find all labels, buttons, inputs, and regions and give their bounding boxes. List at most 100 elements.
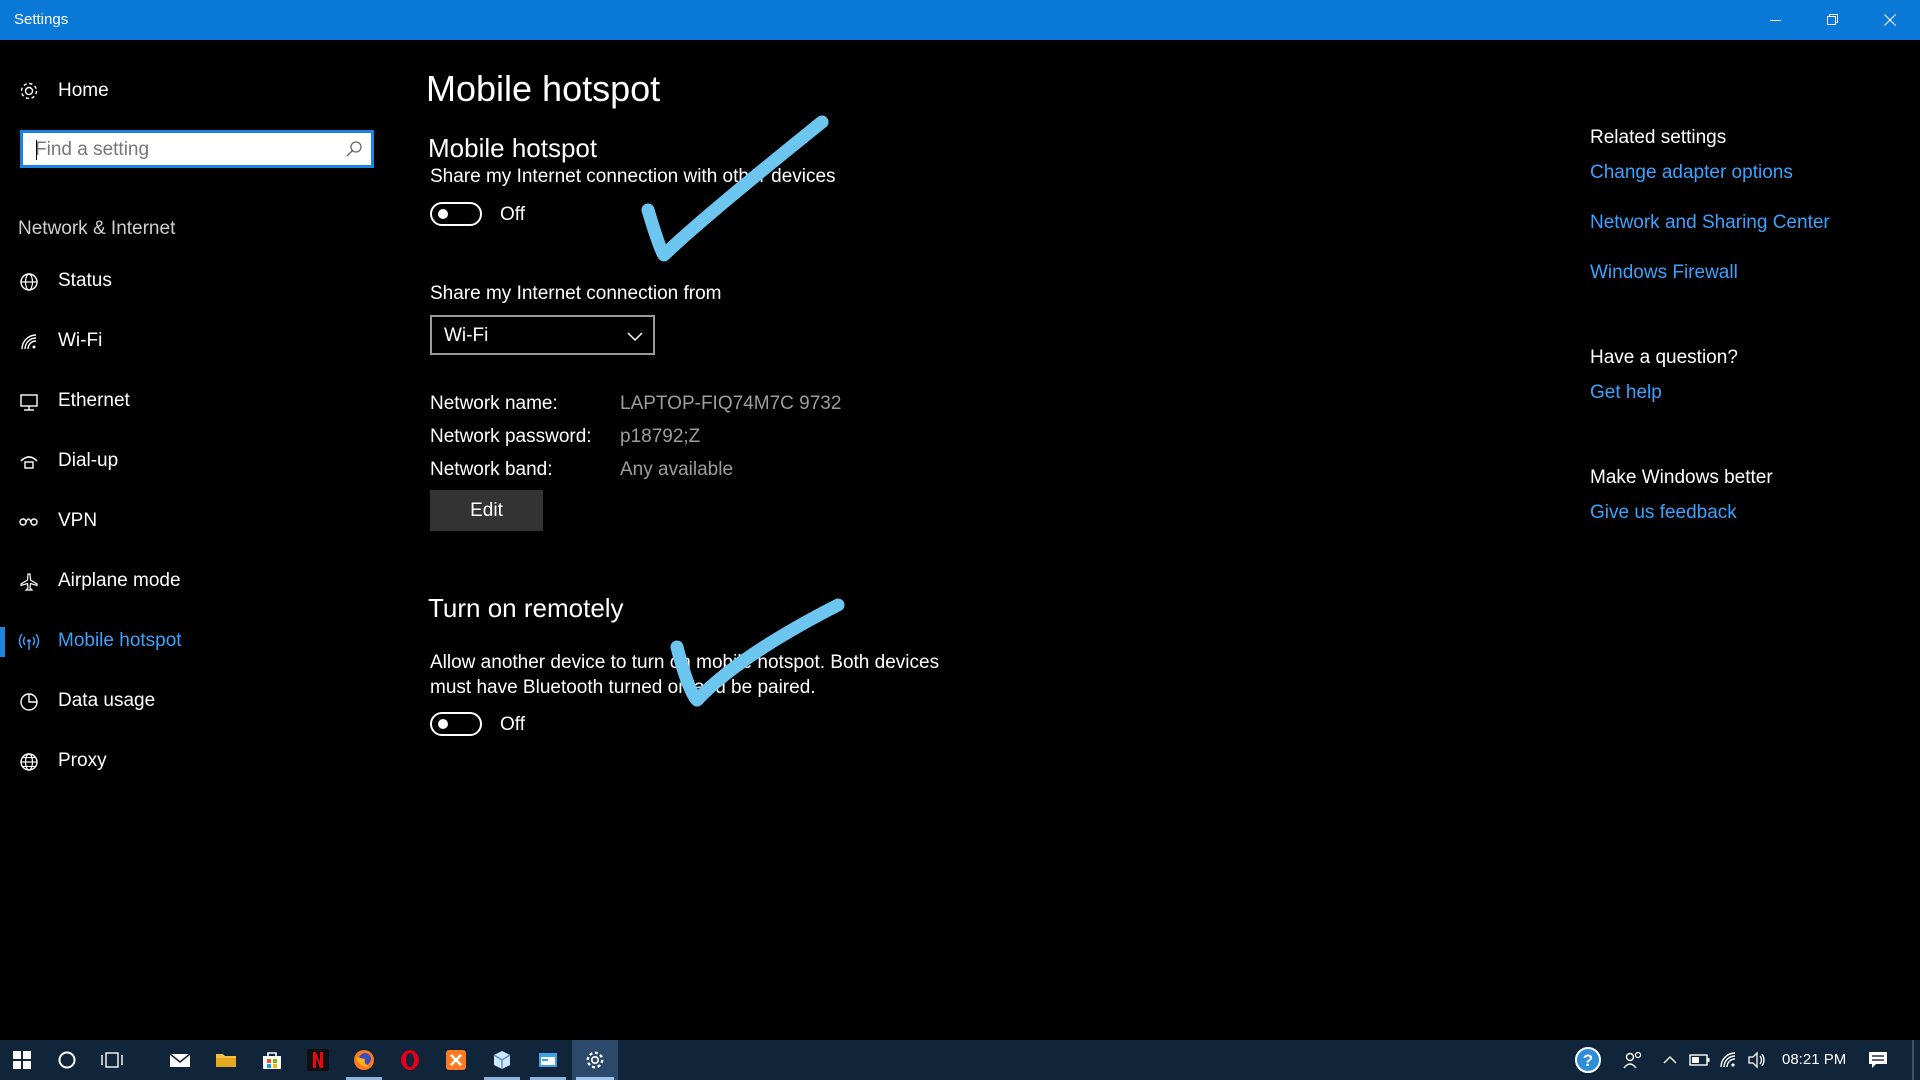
ethernet-icon [18, 391, 40, 413]
link-network-sharing-center[interactable]: Network and Sharing Center [1590, 212, 1830, 234]
taskbar-app-store[interactable] [250, 1040, 294, 1080]
cortana-button[interactable] [45, 1040, 89, 1080]
start-button[interactable] [0, 1040, 44, 1080]
taskbar-app-settings[interactable] [572, 1040, 618, 1080]
sidebar-item-proxy[interactable]: Proxy [0, 737, 390, 787]
title-bar: Settings [0, 0, 1920, 40]
notification-icon [1869, 1052, 1887, 1068]
make-windows-better-heading: Make Windows better [1590, 467, 1773, 488]
network-band-label: Network band: [430, 459, 553, 480]
taskbar-clock[interactable]: 08:21 PM [1782, 1051, 1846, 1068]
taskbar-app-netflix[interactable] [296, 1040, 340, 1080]
dialup-icon [18, 451, 40, 473]
sidebar-item-mobile-hotspot[interactable]: Mobile hotspot [0, 617, 390, 667]
sidebar-item-vpn[interactable]: VPN [0, 497, 390, 547]
sidebar-item-label: Wi-Fi [58, 330, 103, 351]
show-desktop-button[interactable] [1906, 1040, 1920, 1080]
search-box[interactable] [20, 130, 374, 168]
people-icon [1623, 1051, 1642, 1069]
cortana-icon [58, 1051, 76, 1069]
edit-button[interactable]: Edit [430, 490, 543, 531]
taskbar-app-xampp[interactable] [434, 1040, 478, 1080]
task-view-icon [101, 1052, 123, 1068]
sidebar-item-label: Data usage [58, 690, 156, 711]
restore-button[interactable] [1805, 0, 1861, 40]
toggle-knob [438, 209, 448, 219]
share-from-label: Share my Internet connection from [430, 283, 722, 304]
section-label: Network & Internet [18, 218, 176, 239]
link-get-help[interactable]: Get help [1590, 382, 1662, 404]
taskbar: ? 08:21 PM [0, 1040, 1920, 1080]
cube-app-icon [493, 1051, 511, 1069]
sidebar-item-wifi[interactable]: Wi-Fi [0, 317, 390, 367]
hotspot-heading: Mobile hotspot [428, 133, 598, 163]
volume-icon [1748, 1051, 1765, 1069]
chevron-down-icon [627, 329, 643, 347]
sidebar-item-label: VPN [58, 510, 98, 531]
search-icon[interactable] [345, 140, 363, 163]
hotspot-toggle[interactable] [430, 202, 482, 226]
hotspot-toggle-state: Off [500, 204, 525, 225]
tray-show-hidden[interactable] [1658, 1040, 1682, 1080]
link-give-feedback[interactable]: Give us feedback [1590, 502, 1737, 524]
network-wifi-icon [1720, 1052, 1736, 1068]
window-title: Settings [14, 11, 69, 28]
minimize-button[interactable] [1748, 0, 1804, 40]
restore-icon [1827, 14, 1838, 25]
taskbar-app-file-explorer[interactable] [204, 1040, 248, 1080]
network-password-value: p18792;Z [620, 426, 701, 447]
tray-volume[interactable] [1744, 1040, 1770, 1080]
toggle-knob [438, 719, 448, 729]
opera-icon [401, 1050, 419, 1070]
tray-people[interactable] [1618, 1040, 1648, 1080]
share-from-dropdown[interactable]: Wi-Fi [430, 315, 655, 355]
vpn-icon [18, 511, 40, 533]
taskbar-app-firefox[interactable] [342, 1040, 386, 1080]
sidebar-item-data-usage[interactable]: Data usage [0, 677, 390, 727]
globe-status-icon [18, 271, 40, 293]
tray-network[interactable] [1716, 1040, 1742, 1080]
network-band-value: Any available [620, 459, 734, 480]
taskbar-app-window[interactable] [526, 1040, 570, 1080]
home-label: Home [58, 80, 109, 101]
airplane-icon [18, 571, 40, 593]
taskbar-app-opera[interactable] [388, 1040, 432, 1080]
sidebar-home[interactable]: Home [18, 76, 109, 106]
remote-toggle-state: Off [500, 714, 525, 735]
sidebar-item-airplane[interactable]: Airplane mode [0, 557, 390, 607]
link-change-adapter-options[interactable]: Change adapter options [1590, 162, 1793, 184]
globe-icon [18, 751, 40, 773]
checkmark-annotation [641, 115, 829, 262]
close-icon [1884, 14, 1896, 26]
windows-logo-icon [13, 1051, 31, 1069]
sidebar-item-status[interactable]: Status [0, 257, 390, 307]
wifi-icon [18, 331, 40, 353]
action-center-button[interactable] [1860, 1040, 1896, 1080]
share-from-selected: Wi-Fi [444, 325, 489, 346]
remote-heading: Turn on remotely [428, 593, 624, 623]
data-usage-icon [18, 691, 40, 713]
related-settings-heading: Related settings [1590, 127, 1727, 148]
remote-toggle[interactable] [430, 712, 482, 736]
taskbar-app-mail[interactable] [158, 1040, 202, 1080]
taskbar-app-cube[interactable] [480, 1040, 524, 1080]
sidebar-item-ethernet[interactable]: Ethernet [0, 377, 390, 427]
store-icon [263, 1052, 281, 1069]
settings-gear-icon [586, 1051, 604, 1069]
tray-battery[interactable] [1686, 1040, 1714, 1080]
link-windows-firewall[interactable]: Windows Firewall [1590, 262, 1738, 284]
mail-icon [169, 1053, 191, 1067]
task-view-button[interactable] [90, 1040, 134, 1080]
sidebar-item-dialup[interactable]: Dial-up [0, 437, 390, 487]
xampp-icon [446, 1050, 466, 1070]
network-name-label: Network name: [430, 393, 558, 414]
firefox-icon [354, 1050, 374, 1070]
active-indicator [0, 627, 5, 657]
search-input[interactable] [33, 133, 337, 167]
close-button[interactable] [1862, 0, 1918, 40]
help-icon: ? [1575, 1047, 1601, 1073]
tray-help[interactable]: ? [1570, 1040, 1606, 1080]
window-app-icon [539, 1053, 557, 1067]
sidebar-item-label: Proxy [58, 750, 107, 771]
hotspot-icon [18, 631, 40, 653]
